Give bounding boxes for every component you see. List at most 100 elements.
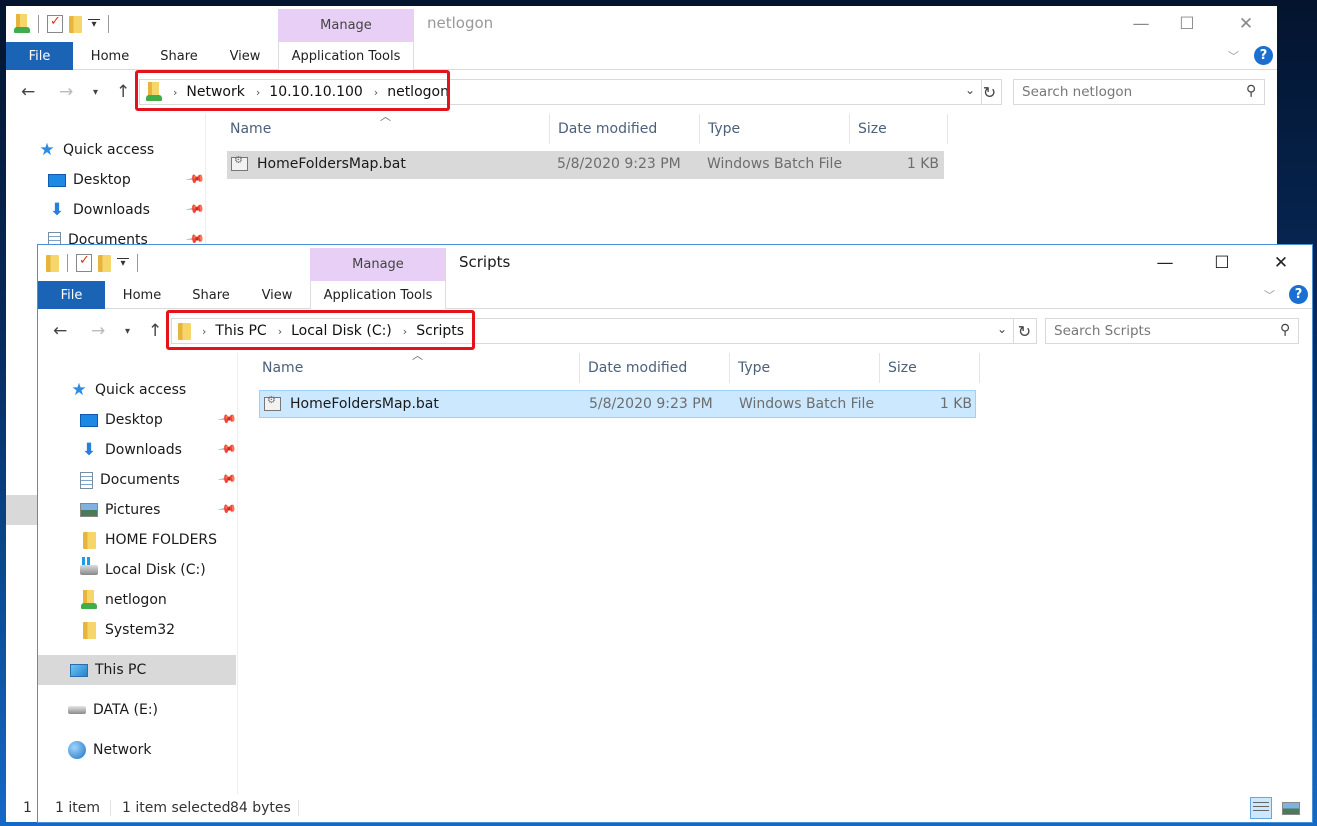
pin-icon[interactable]: 📌 (185, 199, 205, 219)
details-view-button[interactable] (1250, 797, 1272, 819)
nav-item-downloads[interactable]: ⬇ Downloads (80, 435, 182, 465)
close-button[interactable]: ✕ (1258, 245, 1304, 281)
nav-item-netlogon[interactable]: netlogon (80, 585, 167, 615)
breadcrumb-netlogon[interactable]: netlogon (387, 84, 449, 100)
large-icons-view-button[interactable] (1280, 797, 1302, 819)
breadcrumb-separator-icon[interactable]: › (202, 325, 206, 338)
breadcrumb-local-disk[interactable]: Local Disk (C:) (291, 323, 392, 339)
back-arrow-icon[interactable]: ← (53, 321, 67, 341)
breadcrumb-network[interactable]: Network (186, 84, 244, 100)
nav-item-documents[interactable]: Documents (80, 465, 180, 495)
nav-item-downloads[interactable]: ⬇ Downloads (48, 195, 150, 225)
pin-icon[interactable]: 📌 (217, 409, 237, 429)
customize-qat-icon[interactable]: ▾ (117, 257, 129, 269)
back-arrow-icon[interactable]: ← (21, 82, 35, 102)
column-header-type[interactable]: Type (700, 114, 850, 144)
forward-arrow-icon[interactable]: → (59, 82, 73, 102)
nav-item-quick-access[interactable]: ★ Quick access (38, 135, 154, 165)
breadcrumb-this-pc[interactable]: This PC (215, 323, 266, 339)
breadcrumb-scripts[interactable]: Scripts (416, 323, 464, 339)
maximize-button[interactable]: ☐ (1199, 245, 1245, 281)
search-box[interactable]: ⚲ (1045, 318, 1299, 344)
address-dropdown-icon[interactable]: ⌄ (997, 322, 1007, 336)
address-bar[interactable]: › This PC › Local Disk (C:) › Scripts ⌄ (171, 318, 1014, 344)
manage-tab-group[interactable]: Manage (278, 9, 414, 42)
nav-item-quick-access[interactable]: ★ Quick access (70, 375, 186, 405)
forward-arrow-icon[interactable]: → (91, 321, 105, 341)
tab-application-tools[interactable]: Application Tools (278, 42, 414, 70)
breadcrumb-separator-icon[interactable]: › (278, 325, 282, 338)
search-box[interactable]: ⚲ (1013, 79, 1265, 105)
refresh-button[interactable]: ↻ (978, 79, 1002, 105)
new-folder-icon[interactable] (69, 15, 82, 33)
expand-ribbon-icon[interactable]: ﹀ (1264, 287, 1275, 303)
nav-item-network[interactable]: Network (68, 735, 151, 765)
recent-locations-chevron-icon[interactable]: ▾ (93, 87, 98, 98)
maximize-button[interactable]: ☐ (1164, 6, 1210, 42)
address-dropdown-icon[interactable]: ⌄ (965, 83, 975, 97)
breadcrumb-separator-icon[interactable]: › (256, 86, 260, 99)
up-arrow-icon[interactable]: ↑ (116, 82, 130, 102)
recent-locations-chevron-icon[interactable]: ▾ (125, 326, 130, 337)
tab-view[interactable]: View (222, 42, 268, 70)
nav-item-local-disk-c[interactable]: Local Disk (C:) (80, 555, 206, 585)
network-icon (68, 741, 86, 759)
nav-label: Documents (100, 472, 180, 488)
pin-icon[interactable]: 📌 (217, 469, 237, 489)
help-icon[interactable]: ? (1289, 285, 1308, 304)
refresh-button[interactable]: ↻ (1013, 318, 1037, 344)
tab-share[interactable]: Share (186, 281, 236, 309)
manage-tab-group[interactable]: Manage (310, 248, 446, 281)
search-icon[interactable]: ⚲ (1246, 83, 1256, 99)
column-header-size[interactable]: Size (850, 114, 948, 144)
new-folder-icon[interactable] (98, 254, 111, 272)
customize-qat-icon[interactable]: ▾ (88, 18, 100, 30)
tab-file[interactable]: File (38, 281, 105, 309)
minimize-button[interactable]: — (1142, 245, 1188, 281)
search-icon[interactable]: ⚲ (1280, 322, 1290, 338)
tab-home[interactable]: Home (85, 42, 135, 70)
breadcrumb-server[interactable]: 10.10.10.100 (269, 84, 363, 100)
expand-ribbon-icon[interactable]: ﹀ (1228, 48, 1239, 64)
properties-icon[interactable] (76, 253, 92, 272)
nav-label: netlogon (105, 592, 167, 608)
column-header-date-modified[interactable]: Date modified (580, 353, 730, 383)
pin-icon[interactable]: 📌 (217, 439, 237, 459)
tab-view[interactable]: View (254, 281, 300, 309)
close-button[interactable]: ✕ (1223, 6, 1269, 42)
nav-item-this-pc[interactable]: This PC (38, 655, 236, 685)
nav-label: Downloads (73, 202, 150, 218)
pin-icon[interactable]: 📌 (185, 169, 205, 189)
up-arrow-icon[interactable]: ↑ (148, 321, 162, 341)
nav-label: Pictures (105, 502, 161, 518)
file-row-selected[interactable]: HomeFoldersMap.bat 5/8/2020 9:23 PM Wind… (259, 390, 976, 418)
search-input[interactable] (1054, 323, 1234, 339)
address-bar[interactable]: › Network › 10.10.10.100 › netlogon ⌄ (139, 79, 982, 105)
nav-item-pictures[interactable]: Pictures (80, 495, 160, 525)
help-icon[interactable]: ? (1254, 46, 1273, 65)
properties-icon[interactable] (47, 14, 63, 33)
tab-application-tools[interactable]: Application Tools (310, 281, 446, 309)
file-row[interactable]: HomeFoldersMap.bat 5/8/2020 9:23 PM Wind… (227, 151, 944, 179)
breadcrumb-separator-icon[interactable]: › (173, 86, 177, 99)
nav-item-system32[interactable]: System32 (80, 615, 175, 645)
nav-label: Downloads (105, 442, 182, 458)
pin-icon[interactable]: 📌 (217, 499, 237, 519)
nav-item-data-e[interactable]: DATA (E:) (68, 695, 158, 725)
column-header-size[interactable]: Size (880, 353, 980, 383)
tab-home[interactable]: Home (117, 281, 167, 309)
column-header-date-modified[interactable]: Date modified (550, 114, 700, 144)
tab-file[interactable]: File (6, 42, 73, 70)
minimize-button[interactable]: — (1118, 6, 1164, 42)
nav-item-home-folders[interactable]: HOME FOLDERS (80, 525, 217, 555)
column-header-name[interactable]: Name (254, 353, 580, 383)
column-header-type[interactable]: Type (730, 353, 880, 383)
column-header-name[interactable]: Name (222, 114, 550, 144)
nav-item-desktop[interactable]: Desktop (80, 405, 163, 435)
breadcrumb-separator-icon[interactable]: › (374, 86, 378, 99)
search-input[interactable] (1022, 84, 1202, 100)
nav-item-desktop[interactable]: Desktop (48, 165, 131, 195)
tab-share[interactable]: Share (154, 42, 204, 70)
status-selection: 1 item selected (122, 800, 231, 816)
breadcrumb-separator-icon[interactable]: › (403, 325, 407, 338)
